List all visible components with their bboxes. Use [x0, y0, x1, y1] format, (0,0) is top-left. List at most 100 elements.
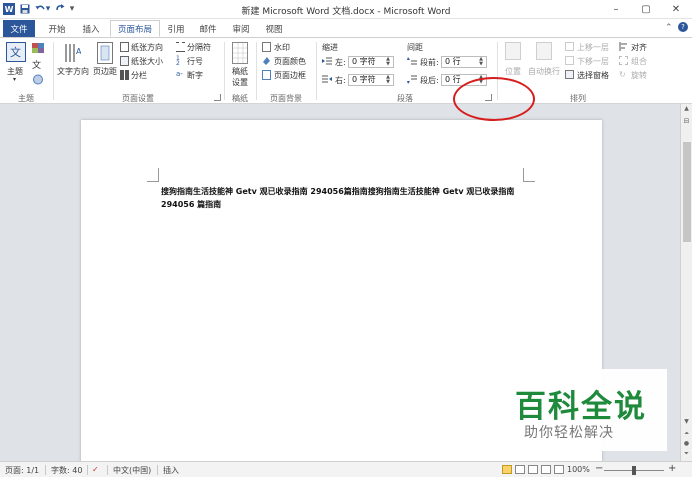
margins-icon[interactable] — [97, 42, 113, 64]
draft-view-icon[interactable] — [554, 465, 564, 474]
group-label-themes: 主题 — [18, 94, 34, 103]
text-direction-icon[interactable]: A — [63, 42, 82, 64]
size-icon[interactable] — [120, 56, 129, 66]
wrap-text-button[interactable]: 自动换行 — [528, 66, 560, 77]
language-status[interactable]: 中文(中国) — [113, 465, 151, 476]
spinner-arrows-icon[interactable]: ▲ ▼ — [477, 57, 485, 67]
breaks-icon[interactable] — [176, 42, 185, 52]
indent-left-icon — [322, 57, 332, 66]
group-divider — [256, 42, 257, 100]
align-button[interactable]: 对齐 — [631, 42, 647, 53]
columns-icon[interactable] — [120, 70, 129, 80]
tab-file[interactable]: 文件 — [3, 20, 35, 37]
rotate-icon[interactable]: ↻ — [619, 70, 628, 79]
margins-button[interactable]: 页边距 — [93, 66, 117, 77]
selection-pane-icon[interactable] — [565, 70, 574, 79]
scroll-down-icon[interactable]: ▼ — [681, 417, 692, 427]
indent-left-input[interactable]: 0 字符 ▲ ▼ — [348, 56, 394, 68]
tab-mailings[interactable]: 邮件 — [194, 20, 222, 37]
next-page-icon[interactable]: ⏷ — [681, 449, 692, 459]
full-screen-view-icon[interactable] — [515, 465, 525, 474]
wrap-text-icon[interactable] — [536, 42, 552, 60]
bring-forward-button[interactable]: 上移一层 — [577, 42, 609, 53]
rotate-button[interactable]: 旋转 — [631, 70, 647, 81]
group-button[interactable]: 组合 — [631, 56, 647, 67]
window-title: 新建 Microsoft Word 文档.docx - Microsoft Wo… — [241, 7, 451, 17]
tab-references[interactable]: 引用 — [162, 20, 190, 37]
restore-button[interactable]: ▢ — [632, 0, 660, 18]
page-color-icon[interactable] — [262, 56, 271, 66]
previous-page-icon[interactable]: ⏶ — [681, 429, 692, 439]
page-setup-launcher-icon[interactable] — [214, 94, 221, 101]
tab-home[interactable]: 开始 — [42, 20, 72, 37]
themes-dropdown-icon[interactable]: ▾ — [13, 76, 16, 83]
zoom-out-button[interactable]: − — [595, 463, 603, 474]
minimize-ribbon-icon[interactable]: ⌃ — [665, 23, 673, 33]
spacing-before-label: 段前: — [420, 58, 439, 67]
align-icon[interactable] — [619, 42, 628, 51]
zoom-level[interactable]: 100% — [567, 465, 590, 474]
orientation-button[interactable]: 纸张方向 — [131, 42, 163, 53]
zoom-slider-thumb[interactable] — [632, 466, 636, 475]
insert-mode-status[interactable]: 插入 — [163, 465, 179, 476]
tab-review[interactable]: 审阅 — [226, 20, 256, 37]
scroll-thumb[interactable] — [683, 142, 691, 242]
line-numbers-button[interactable]: 行号 — [187, 56, 203, 67]
hyphenation-button[interactable]: 断字 — [187, 70, 203, 81]
group-icon[interactable] — [619, 56, 628, 65]
theme-fonts-icon[interactable]: 文 — [32, 58, 44, 71]
web-layout-view-icon[interactable] — [528, 465, 538, 474]
hyphenation-icon[interactable]: a- — [176, 70, 185, 80]
vertical-scrollbar[interactable]: ▲ ⊟ ▼ ⏶ ● ⏷ — [680, 104, 692, 461]
line-numbers-icon[interactable]: 12 — [176, 56, 185, 67]
tab-view[interactable]: 视图 — [259, 20, 289, 37]
margin-corner-mark — [523, 168, 535, 182]
watermark-button[interactable]: 水印 — [274, 42, 290, 53]
theme-colors-icon[interactable] — [32, 43, 44, 53]
position-button[interactable]: 位置 — [505, 66, 521, 77]
spinner-arrows-icon[interactable]: ▲ ▼ — [384, 57, 392, 67]
outline-view-icon[interactable] — [541, 465, 551, 474]
text-direction-button[interactable]: 文字方向 — [57, 66, 89, 77]
selection-pane-button[interactable]: 选择窗格 — [577, 70, 609, 81]
status-divider — [107, 465, 108, 475]
help-icon[interactable]: ? — [678, 22, 688, 32]
browse-object-icon[interactable]: ● — [681, 439, 692, 449]
page-color-button[interactable]: 页面颜色 — [274, 56, 306, 67]
watermark-icon[interactable] — [262, 42, 271, 52]
page-borders-icon[interactable] — [262, 70, 271, 80]
spinner-arrows-icon[interactable]: ▲ ▼ — [384, 75, 392, 85]
indent-right-icon — [322, 75, 332, 84]
print-layout-view-icon[interactable] — [502, 465, 512, 474]
size-button[interactable]: 纸张大小 — [131, 56, 163, 67]
zoom-in-button[interactable]: + — [668, 463, 676, 474]
tab-insert[interactable]: 插入 — [76, 20, 106, 37]
themes-icon[interactable]: 文 — [6, 42, 26, 62]
position-icon[interactable] — [505, 42, 521, 60]
proofing-icon[interactable]: ✓ — [92, 465, 99, 474]
minimize-button[interactable]: – — [602, 0, 630, 18]
scroll-up-icon[interactable]: ▲ — [681, 104, 692, 114]
orientation-icon[interactable] — [120, 42, 129, 52]
word-count-status[interactable]: 字数: 40 — [51, 465, 82, 476]
ruler-toggle-icon[interactable]: ⊟ — [681, 116, 692, 126]
spacing-after-label: 段后: — [420, 76, 439, 85]
page-count-status[interactable]: 页面: 1/1 — [5, 465, 39, 476]
indent-right-input[interactable]: 0 字符 ▲ ▼ — [348, 74, 394, 86]
columns-button[interactable]: 分栏 — [131, 70, 147, 81]
page-borders-button[interactable]: 页面边框 — [274, 70, 306, 81]
tab-page-layout[interactable]: 页面布局 — [110, 20, 160, 37]
group-label-manuscript: 稿纸 — [232, 94, 248, 103]
manuscript-icon[interactable] — [232, 42, 248, 64]
bring-forward-icon[interactable] — [565, 42, 574, 51]
document-body-text[interactable]: 搜狗指南生活技能神 Getv 观已收录指南 294056篇指南搜狗指南生活技能神… — [161, 185, 531, 211]
send-backward-button[interactable]: 下移一层 — [577, 56, 609, 67]
spacing-before-input[interactable]: 0 行 ▲ ▼ — [441, 56, 487, 68]
close-button[interactable]: ✕ — [662, 0, 690, 18]
manuscript-setup-line2[interactable]: 设置 — [232, 77, 248, 88]
send-backward-icon[interactable] — [565, 56, 574, 65]
manuscript-setup-line1[interactable]: 稿纸 — [232, 66, 248, 77]
breaks-button[interactable]: 分隔符 — [187, 42, 211, 53]
annotation-circle — [453, 77, 535, 121]
theme-effects-icon[interactable] — [32, 74, 44, 85]
